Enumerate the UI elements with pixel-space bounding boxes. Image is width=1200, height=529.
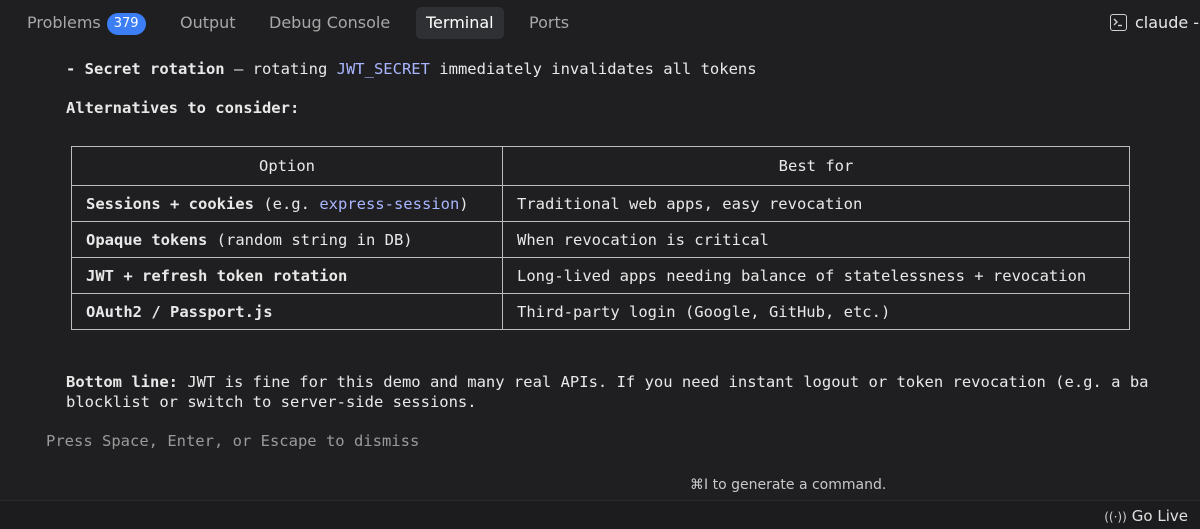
secret-rotation-label: - Secret rotation [66,60,225,78]
generate-command-hint: ⌘I to generate a command. [690,477,887,493]
table-row: Opaque tokens (random string in DB) When… [71,221,1130,258]
problems-count-badge: 379 [106,13,146,35]
table-cell-best-for: When revocation is critical [502,221,1130,258]
table-row: JWT + refresh token rotation Long-lived … [71,257,1130,294]
option-main: Opaque tokens [86,230,208,249]
option-tail: ) [459,194,469,213]
tab-terminal[interactable]: Terminal [416,7,504,39]
table-cell-best-for: Third-party login (Google, GitHub, etc.) [502,293,1130,330]
option-main: Sessions + cookies [86,194,254,213]
table-cell-option: JWT + refresh token rotation [71,257,503,294]
table-cell-best-for: Long-lived apps needing balance of state… [502,257,1130,294]
secret-rotation-suffix: immediately invalidates all tokens [429,60,757,78]
bottom-line-label: Bottom line: [66,373,178,391]
tab-output[interactable]: Output [180,7,236,39]
option-main: OAuth2 / Passport.js [86,302,273,321]
secret-rotation-line: - Secret rotation – rotating JWT_SECRET … [66,60,757,78]
bottom-line-text-2: blocklist or switch to server-side sessi… [66,393,477,411]
table-cell-option: Opaque tokens (random string in DB) [71,221,503,258]
table-header-best-for: Best for [502,146,1130,186]
table-row: Sessions + cookies (e.g. express-session… [71,185,1130,222]
table-row: OAuth2 / Passport.js Third-party login (… [71,293,1130,330]
option-main: JWT + refresh token rotation [86,266,348,285]
option-rest: (random string in DB) [207,230,413,249]
option-rest: (e.g. [253,194,320,213]
jwt-secret-code: JWT_SECRET [336,60,430,78]
option-code: express-session [319,194,460,213]
table-cell-best-for: Traditional web apps, easy revocation [502,185,1130,222]
broadcast-icon: ((·)) [1104,510,1127,524]
tab-output-label: Output [180,13,236,32]
secret-rotation-middle: – rotating [224,60,337,78]
dismiss-prompt: Press Space, Enter, or Escape to dismiss [46,432,420,450]
alternatives-heading: Alternatives to consider: [66,99,300,117]
terminal-icon [1110,14,1127,31]
tab-ports-label: Ports [529,13,570,32]
table-header-row: Option Best for [71,146,1130,186]
terminal-instance-name: claude - [1135,13,1200,32]
bottom-line-text-1: Bottom line: JWT is fine for this demo a… [66,373,1149,391]
bottom-line-body: JWT is fine for this demo and many real … [177,373,1149,391]
terminal-instance-selector[interactable]: claude - [1110,7,1199,39]
go-live-button[interactable]: ((·)) Go Live [1104,507,1188,525]
tab-debug-console[interactable]: Debug Console [269,7,390,39]
status-bar: ((·)) Go Live [0,500,1200,529]
table-cell-option: OAuth2 / Passport.js [71,293,503,330]
tab-ports[interactable]: Ports [529,7,569,39]
tab-problems-label: Problems [27,13,101,32]
go-live-label: Go Live [1131,507,1188,525]
alternatives-table: Option Best for Sessions + cookies (e.g.… [71,146,1130,330]
panel-tab-bar: Problems 379 Output Debug Console Termina… [0,0,1200,46]
tab-terminal-label: Terminal [426,13,494,32]
table-header-option: Option [71,146,503,186]
table-cell-option: Sessions + cookies (e.g. express-session… [71,185,503,222]
tab-problems[interactable]: Problems 379 [27,7,146,39]
tab-debug-console-label: Debug Console [269,13,391,32]
